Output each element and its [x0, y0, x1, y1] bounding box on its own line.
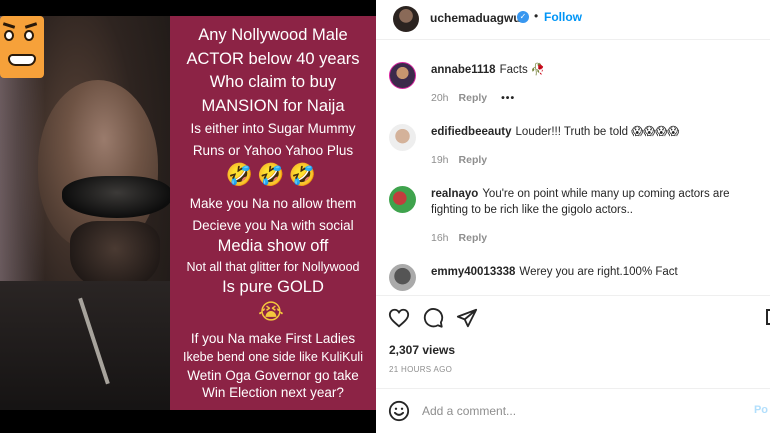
verified-badge-icon: ✓	[517, 11, 529, 23]
commenter-avatar[interactable]	[389, 264, 416, 291]
header-separator: •	[534, 9, 539, 23]
save-icon[interactable]	[766, 309, 770, 325]
commenter-avatar[interactable]	[389, 186, 416, 213]
reply-button[interactable]: Reply	[459, 154, 488, 166]
comment-time: 16h	[431, 232, 449, 244]
comment-list[interactable]: annabe1118 Facts 🥀 20h Reply ••• edifiedbee…	[376, 44, 770, 294]
card-line: Any Nollywood Male	[198, 26, 348, 44]
grimacing-face-sticker	[0, 16, 44, 78]
card-line: Win Election next year?	[202, 385, 344, 400]
sticker-mouth	[8, 54, 36, 66]
commenter-avatar[interactable]	[389, 124, 416, 151]
add-comment-bar: Po	[376, 388, 770, 433]
photo-sunglasses	[62, 176, 170, 218]
photo-shirt	[0, 281, 170, 410]
card-line: Is either into Sugar Mummy	[190, 121, 356, 136]
follow-button[interactable]: Follow	[544, 10, 582, 24]
card-line: Wetin Oga Governor go take	[187, 367, 359, 383]
post-sidebar: uchemaduagwu ✓ • Follow annabe1118 Facts …	[376, 0, 770, 433]
crying-emoji: 😭	[258, 299, 288, 325]
commenter-avatar[interactable]	[389, 62, 416, 89]
card-line: Runs or Yahoo Yahoo Plus	[192, 142, 354, 158]
card-line: Is pure GOLD	[222, 278, 324, 296]
comment-meta: 16h Reply	[431, 232, 487, 244]
card-line: Media show off	[217, 237, 329, 255]
card-line: Not all that glitter for Nollywood	[186, 259, 360, 274]
card-line: Make you Na no allow them	[189, 196, 357, 211]
comment-item: edifiedbeeauty Louder!!! Truth be told 😱😱…	[376, 116, 770, 176]
commenter-username[interactable]: edifiedbeeauty	[431, 126, 512, 138]
add-comment-input[interactable]	[422, 400, 722, 422]
card-line: Who claim to buy	[209, 73, 337, 91]
post-text-card: Any Nollywood Male ACTOR below 40 years …	[170, 16, 376, 410]
post-actions: 2,307 views 21 HOURS AGO	[376, 295, 770, 387]
comment-body: annabe1118 Facts 🥀	[431, 62, 761, 78]
sticker-brow-right	[24, 22, 38, 29]
sticker-eye-right	[24, 30, 34, 41]
comment-item: annabe1118 Facts 🥀 20h Reply •••	[376, 54, 770, 114]
card-line: ACTOR below 40 years	[186, 49, 360, 68]
comment-body: emmy40013338 Werey you are right.100% Fac…	[431, 264, 761, 280]
more-options-icon[interactable]: •••	[501, 92, 515, 104]
comment-item: realnayo You're on point while many up co…	[376, 178, 770, 254]
commenter-username[interactable]: realnayo	[431, 188, 478, 200]
commenter-username[interactable]: emmy40013338	[431, 266, 515, 278]
post-comment-button[interactable]: Po	[754, 404, 768, 416]
post-header: uchemaduagwu ✓ • Follow	[376, 0, 770, 40]
comment-text: Facts 🥀	[499, 64, 546, 76]
comment-meta: 20h Reply •••	[431, 92, 515, 104]
author-avatar[interactable]	[393, 6, 419, 32]
comment-body: edifiedbeeauty Louder!!! Truth be told 😱😱…	[431, 124, 761, 140]
comment-body: realnayo You're on point while many up co…	[431, 186, 761, 218]
card-line: Decieve you Na with social	[192, 217, 354, 233]
comment-text: Louder!!! Truth be told 😱😱😱😱	[515, 126, 680, 138]
author-username[interactable]: uchemaduagwu	[430, 11, 521, 25]
post-media[interactable]: Any Nollywood Male ACTOR below 40 years …	[0, 0, 376, 433]
comment-time: 19h	[431, 154, 449, 166]
reply-button[interactable]: Reply	[459, 92, 488, 104]
comment-icon[interactable]	[422, 307, 444, 329]
card-line: Ikebe bend one side like KuliKuli	[183, 350, 363, 364]
view-count: 2,307 views	[389, 343, 456, 357]
comment-meta: 19h Reply	[431, 154, 487, 166]
sticker-brow-left	[2, 22, 16, 29]
sticker-eye-left	[4, 30, 14, 41]
comment-item: emmy40013338 Werey you are right.100% Fac…	[376, 256, 770, 294]
card-line: MANSION for Naija	[201, 96, 345, 115]
comment-time: 20h	[431, 92, 449, 104]
card-line: If you Na make First Ladies	[190, 330, 356, 346]
post-timestamp: 21 HOURS AGO	[389, 365, 453, 374]
emoji-smile-icon[interactable]	[388, 400, 410, 422]
comment-text: Werey you are right.100% Fact	[519, 266, 678, 278]
rofl-emojis: 🤣🤣🤣	[225, 163, 321, 188]
reply-button[interactable]: Reply	[459, 232, 488, 244]
commenter-username[interactable]: annabe1118	[431, 64, 496, 76]
heart-icon[interactable]	[388, 307, 410, 329]
share-icon[interactable]	[456, 307, 478, 329]
